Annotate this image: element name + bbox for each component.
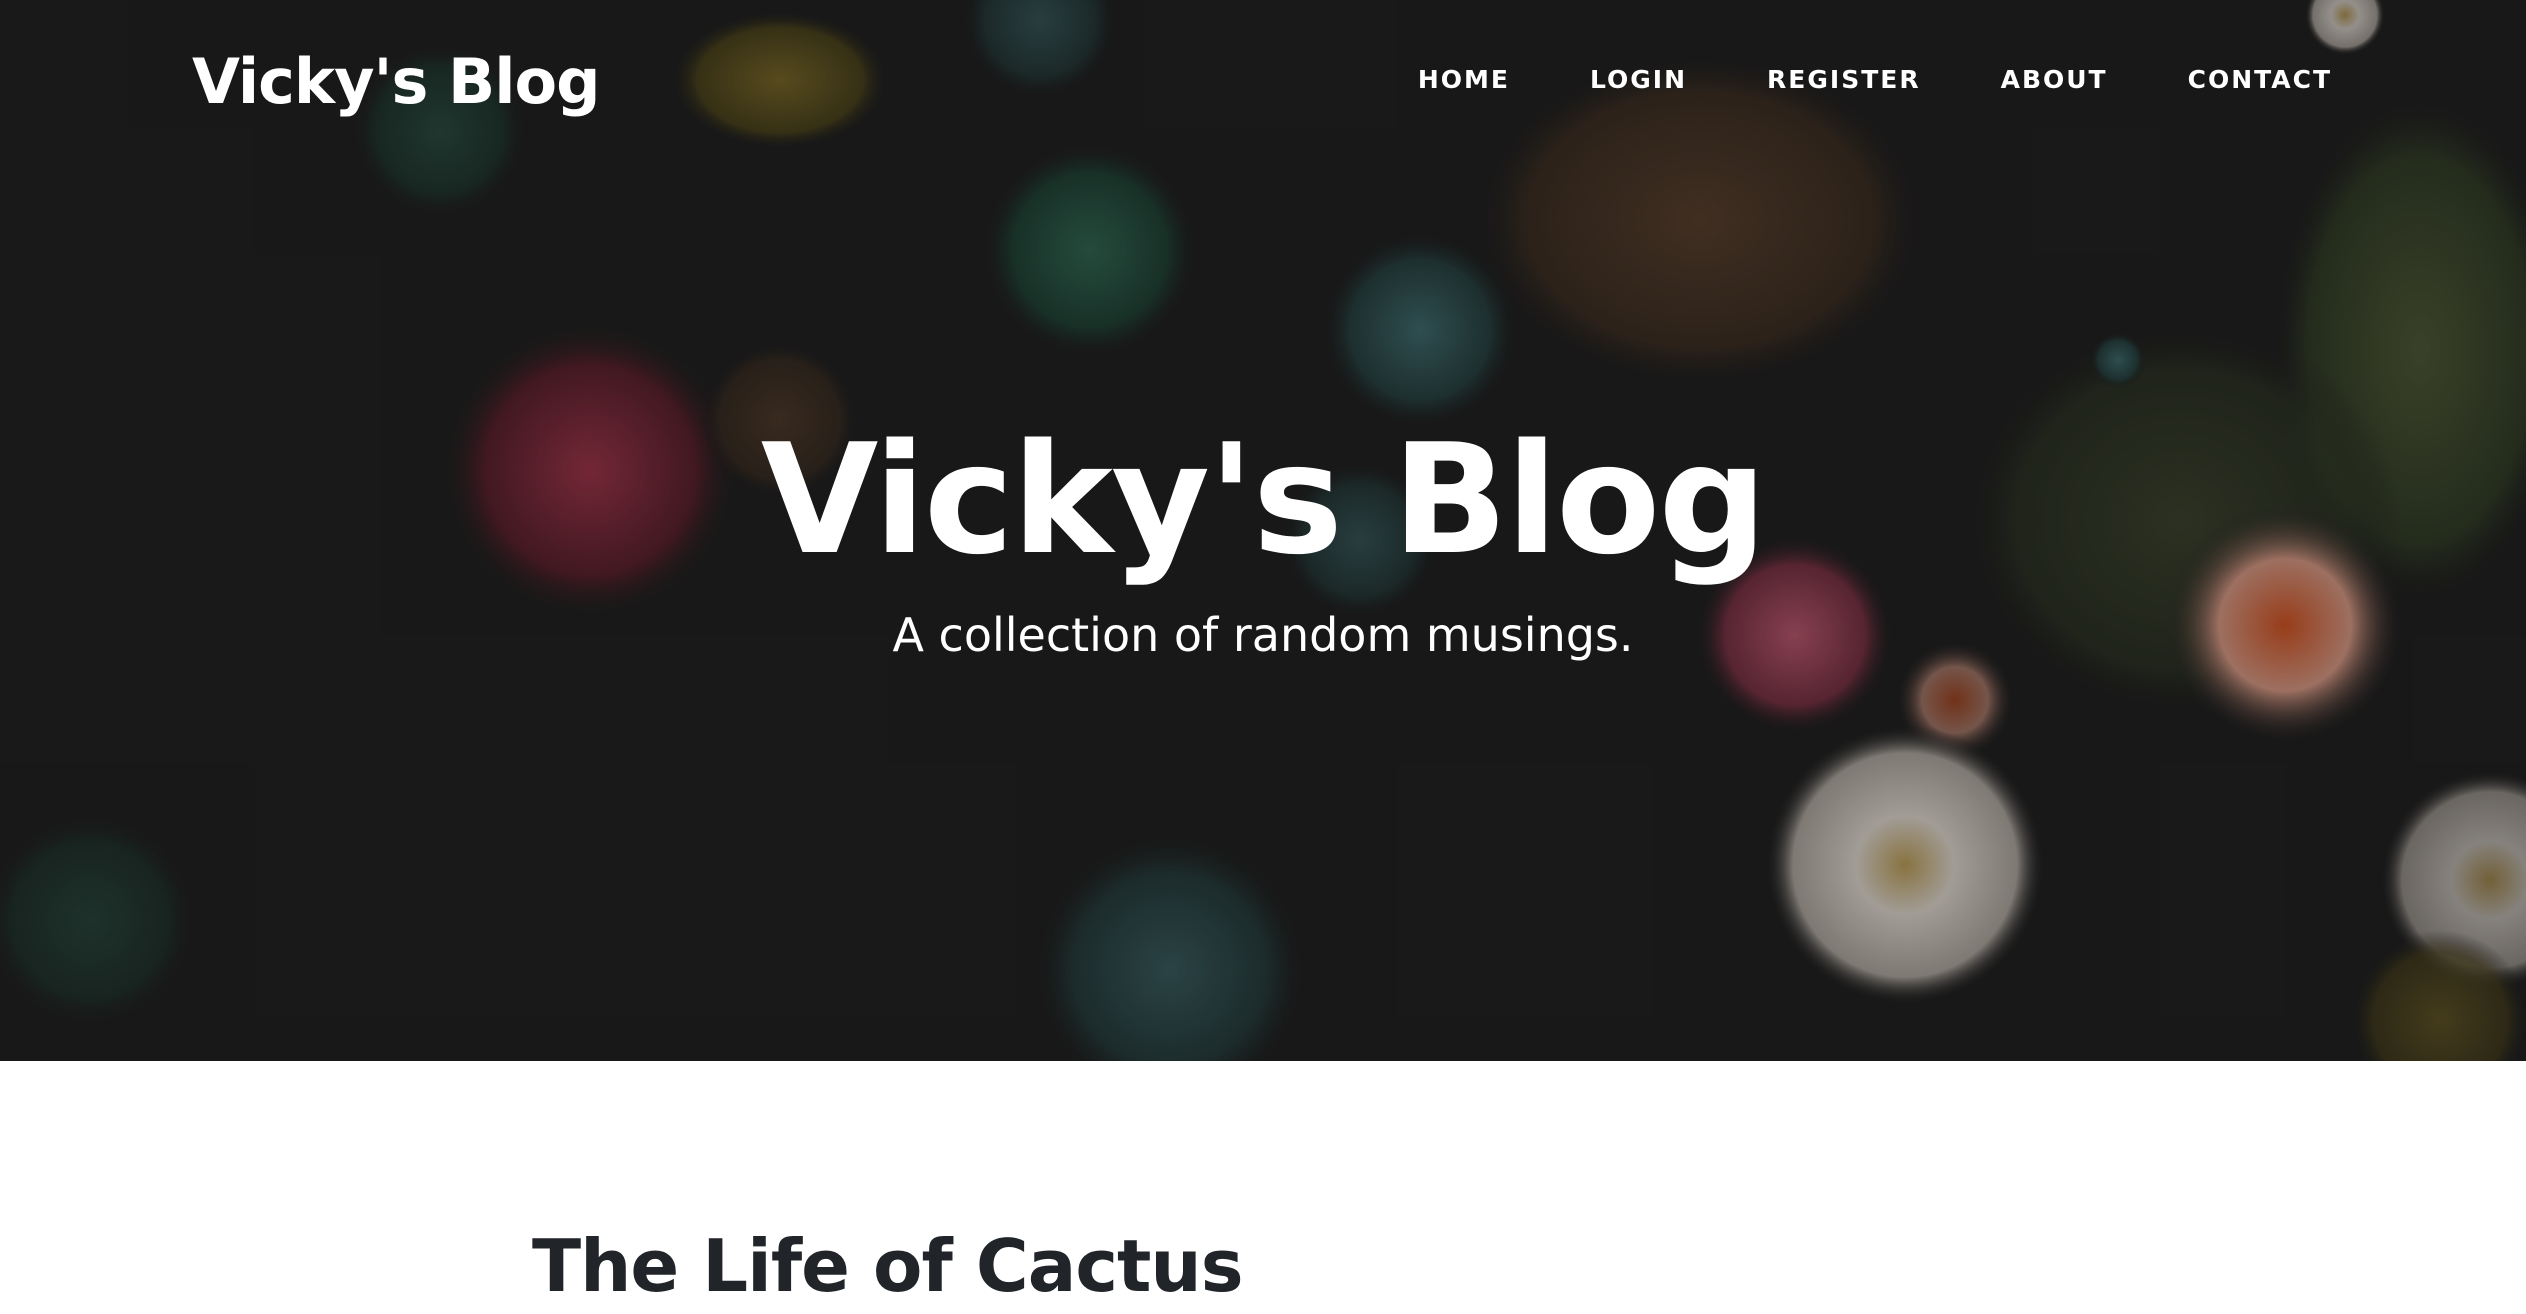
site-subtitle: A collection of random musings. [892,608,1634,662]
nav-link-contact[interactable]: CONTACT [2108,60,2332,100]
site-title: Vicky's Blog [760,411,1767,588]
masthead: Vicky's Blog HOME LOGIN REGISTER ABOUT C… [0,0,2526,1061]
nav-item-home: HOME [1338,60,1510,100]
nav-link-register[interactable]: REGISTER [1687,60,1921,100]
nav-link-about[interactable]: ABOUT [1921,60,2108,100]
nav-link-home[interactable]: HOME [1338,60,1510,100]
main-navbar: Vicky's Blog HOME LOGIN REGISTER ABOUT C… [0,0,2526,160]
nav-item-contact: CONTACT [2108,60,2332,100]
site-heading: Vicky's Blog A collection of random musi… [0,400,2526,670]
nav-item-about: ABOUT [1921,60,2108,100]
nav-item-login: LOGIN [1510,60,1687,100]
brand-logo-link[interactable]: Vicky's Blog [192,40,600,124]
post-title-link[interactable]: The Life of Cactus [532,1218,1244,1314]
nav-item-register: REGISTER [1687,60,1921,100]
nav-menu: HOME LOGIN REGISTER ABOUT CONTACT [1338,60,2332,100]
nav-link-login[interactable]: LOGIN [1510,60,1687,100]
